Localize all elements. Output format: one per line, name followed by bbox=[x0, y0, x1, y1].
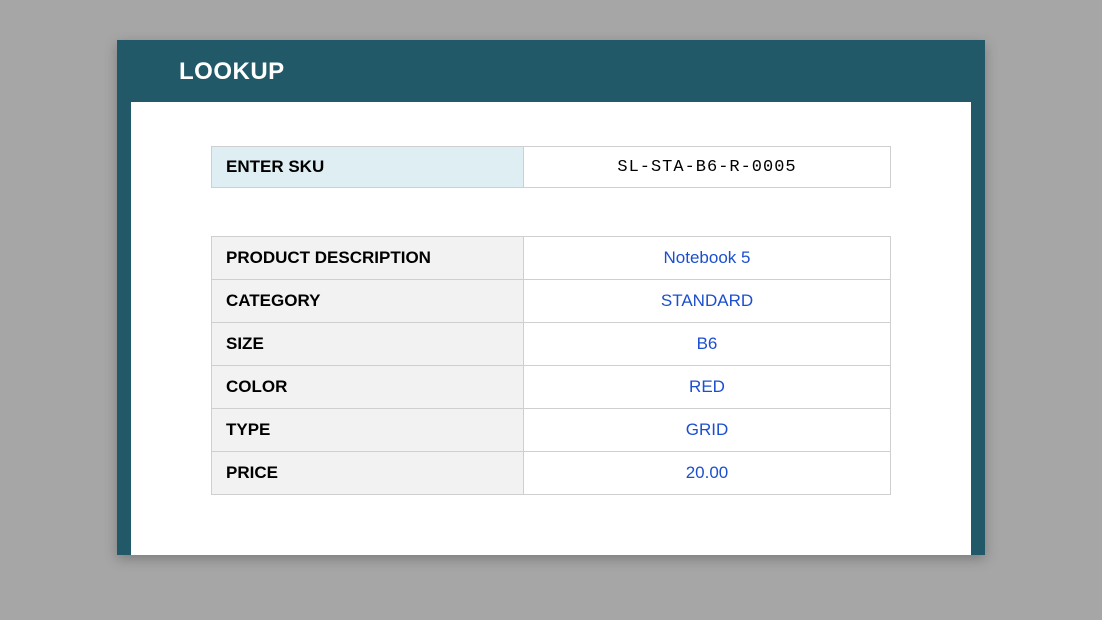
sku-input-label: ENTER SKU bbox=[212, 147, 524, 187]
panel-body: ENTER SKU PRODUCT DESCRIPTION Notebook 5… bbox=[131, 102, 971, 555]
result-label-product-description: PRODUCT DESCRIPTION bbox=[212, 237, 524, 280]
result-label-price: PRICE bbox=[212, 452, 524, 495]
panel-header: LOOKUP bbox=[117, 40, 985, 102]
result-value-product-description: Notebook 5 bbox=[524, 237, 891, 280]
result-label-type: TYPE bbox=[212, 409, 524, 452]
table-row: PRODUCT DESCRIPTION Notebook 5 bbox=[212, 237, 891, 280]
panel-title: LOOKUP bbox=[179, 58, 955, 86]
table-row: CATEGORY STANDARD bbox=[212, 280, 891, 323]
result-value-category: STANDARD bbox=[524, 280, 891, 323]
result-value-price: 20.00 bbox=[524, 452, 891, 495]
lookup-panel: LOOKUP ENTER SKU PRODUCT DESCRIPTION Not… bbox=[117, 40, 985, 555]
result-value-color: RED bbox=[524, 366, 891, 409]
table-row: COLOR RED bbox=[212, 366, 891, 409]
result-label-color: COLOR bbox=[212, 366, 524, 409]
sku-input[interactable] bbox=[524, 147, 890, 187]
result-label-size: SIZE bbox=[212, 323, 524, 366]
result-value-type: GRID bbox=[524, 409, 891, 452]
sku-row: ENTER SKU bbox=[211, 146, 891, 188]
result-value-size: B6 bbox=[524, 323, 891, 366]
sku-input-cell bbox=[524, 147, 890, 187]
table-row: SIZE B6 bbox=[212, 323, 891, 366]
table-row: PRICE 20.00 bbox=[212, 452, 891, 495]
result-table: PRODUCT DESCRIPTION Notebook 5 CATEGORY … bbox=[211, 236, 891, 495]
table-row: TYPE GRID bbox=[212, 409, 891, 452]
result-label-category: CATEGORY bbox=[212, 280, 524, 323]
